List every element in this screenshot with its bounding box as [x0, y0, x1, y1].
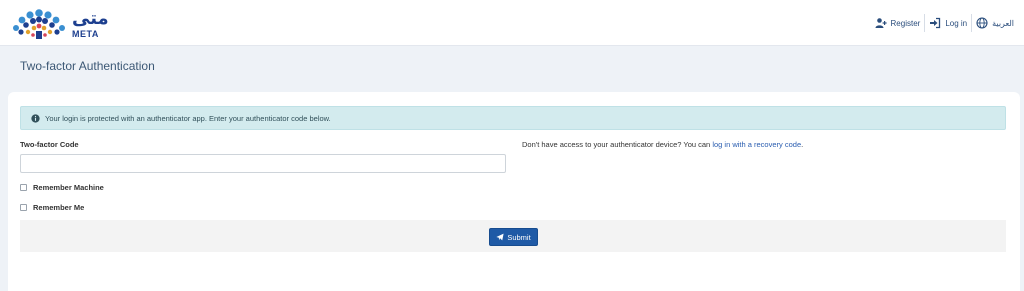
recovery-suffix: .	[801, 140, 804, 149]
remember-me-label: Remember Me	[33, 203, 85, 212]
two-factor-code-input[interactable]	[20, 154, 506, 173]
recovery-text: Don't have access to your authenticator …	[522, 140, 803, 149]
language-link[interactable]: العربية	[971, 14, 1018, 32]
remember-machine-label: Remember Machine	[33, 183, 104, 192]
logo-text-arabic: متى	[72, 8, 109, 29]
globe-icon	[976, 17, 988, 29]
meta-logo[interactable]: متى META	[8, 6, 109, 42]
paper-plane-icon	[496, 233, 504, 241]
submit-label: Submit	[507, 232, 531, 242]
info-alert: Your login is protected with an authenti…	[20, 106, 1006, 130]
logo-text-english: META	[72, 29, 99, 39]
recovery-prefix: Don't have access to your authenticator …	[522, 140, 711, 149]
login-link[interactable]: Log in	[924, 14, 971, 32]
two-factor-code-label: Two-factor Code	[20, 140, 79, 149]
language-label: العربية	[992, 18, 1014, 28]
login-label: Log in	[945, 18, 968, 28]
two-factor-card: Your login is protected with an authenti…	[8, 92, 1020, 291]
submit-button[interactable]: Submit	[489, 228, 538, 246]
remember-me-row[interactable]: Remember Me	[20, 203, 84, 212]
header-nav: Register Log in العربية	[871, 14, 1018, 32]
remember-machine-checkbox[interactable]	[20, 184, 27, 191]
top-navbar: متى META Register Log in العربية	[0, 0, 1024, 46]
recovery-code-link[interactable]: log in with a recovery code	[712, 140, 801, 149]
page-title-band: Two-factor Authentication	[0, 47, 1024, 87]
sign-in-icon	[930, 17, 941, 29]
remember-me-checkbox[interactable]	[20, 204, 27, 211]
user-plus-icon	[875, 18, 887, 28]
register-link[interactable]: Register	[871, 14, 925, 32]
page-title: Two-factor Authentication	[20, 59, 155, 73]
info-alert-text: Your login is protected with an authenti…	[45, 113, 331, 123]
meta-logo-emblem-icon	[13, 9, 65, 39]
remember-machine-row[interactable]: Remember Machine	[20, 183, 104, 192]
info-circle-icon	[31, 113, 40, 123]
form-actions: Submit	[20, 220, 1006, 252]
register-label: Register	[890, 18, 921, 28]
